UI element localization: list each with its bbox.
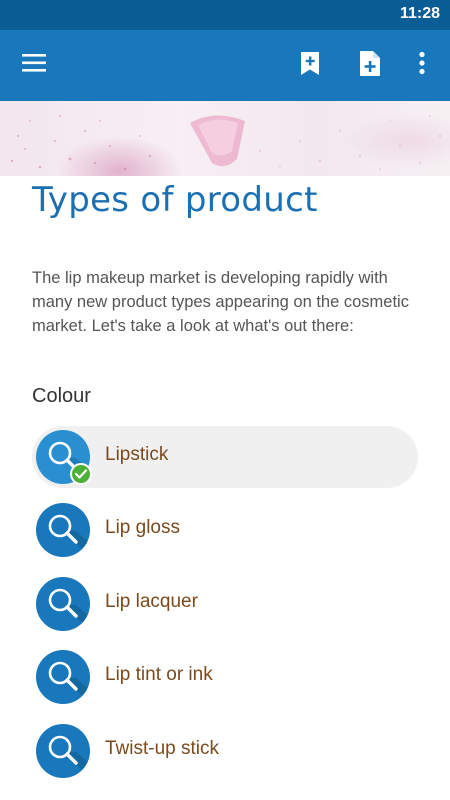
product-item-lip-lacquer[interactable]: Lip lacquer xyxy=(32,573,418,635)
product-item-lip-tint[interactable]: Lip tint or ink xyxy=(32,646,418,708)
status-bar: 11:28 xyxy=(0,0,450,30)
search-icon xyxy=(36,650,90,704)
search-icon xyxy=(36,503,90,557)
add-note-button[interactable] xyxy=(348,43,392,87)
more-options-button[interactable] xyxy=(405,43,439,87)
completed-check-icon xyxy=(70,463,92,485)
search-icon xyxy=(36,724,90,778)
header-banner-image xyxy=(0,101,450,176)
product-label: Twist-up stick xyxy=(105,738,220,759)
product-label: Lipstick xyxy=(105,444,169,465)
product-label: Lip gloss xyxy=(105,517,180,538)
more-vertical-icon xyxy=(418,51,426,79)
status-time: 11:28 xyxy=(399,5,440,22)
product-label: Lip lacquer xyxy=(105,591,198,612)
bookmark-add-icon xyxy=(300,51,320,80)
app-bar xyxy=(0,30,450,101)
menu-button[interactable] xyxy=(12,43,58,87)
search-icon xyxy=(36,577,90,631)
note-add-icon xyxy=(359,50,381,81)
page-title: Types of product xyxy=(32,180,318,220)
hamburger-menu-icon xyxy=(22,53,48,77)
product-label: Lip tint or ink xyxy=(105,664,213,685)
product-item-lipstick[interactable]: Lipstick xyxy=(32,426,418,488)
product-item-lip-gloss[interactable]: Lip gloss xyxy=(32,499,418,561)
add-bookmark-button[interactable] xyxy=(288,43,332,87)
section-heading-colour: Colour xyxy=(32,385,91,407)
intro-text: The lip makeup market is developing rapi… xyxy=(32,269,409,335)
product-item-twist-up-stick[interactable]: Twist-up stick xyxy=(32,720,418,782)
